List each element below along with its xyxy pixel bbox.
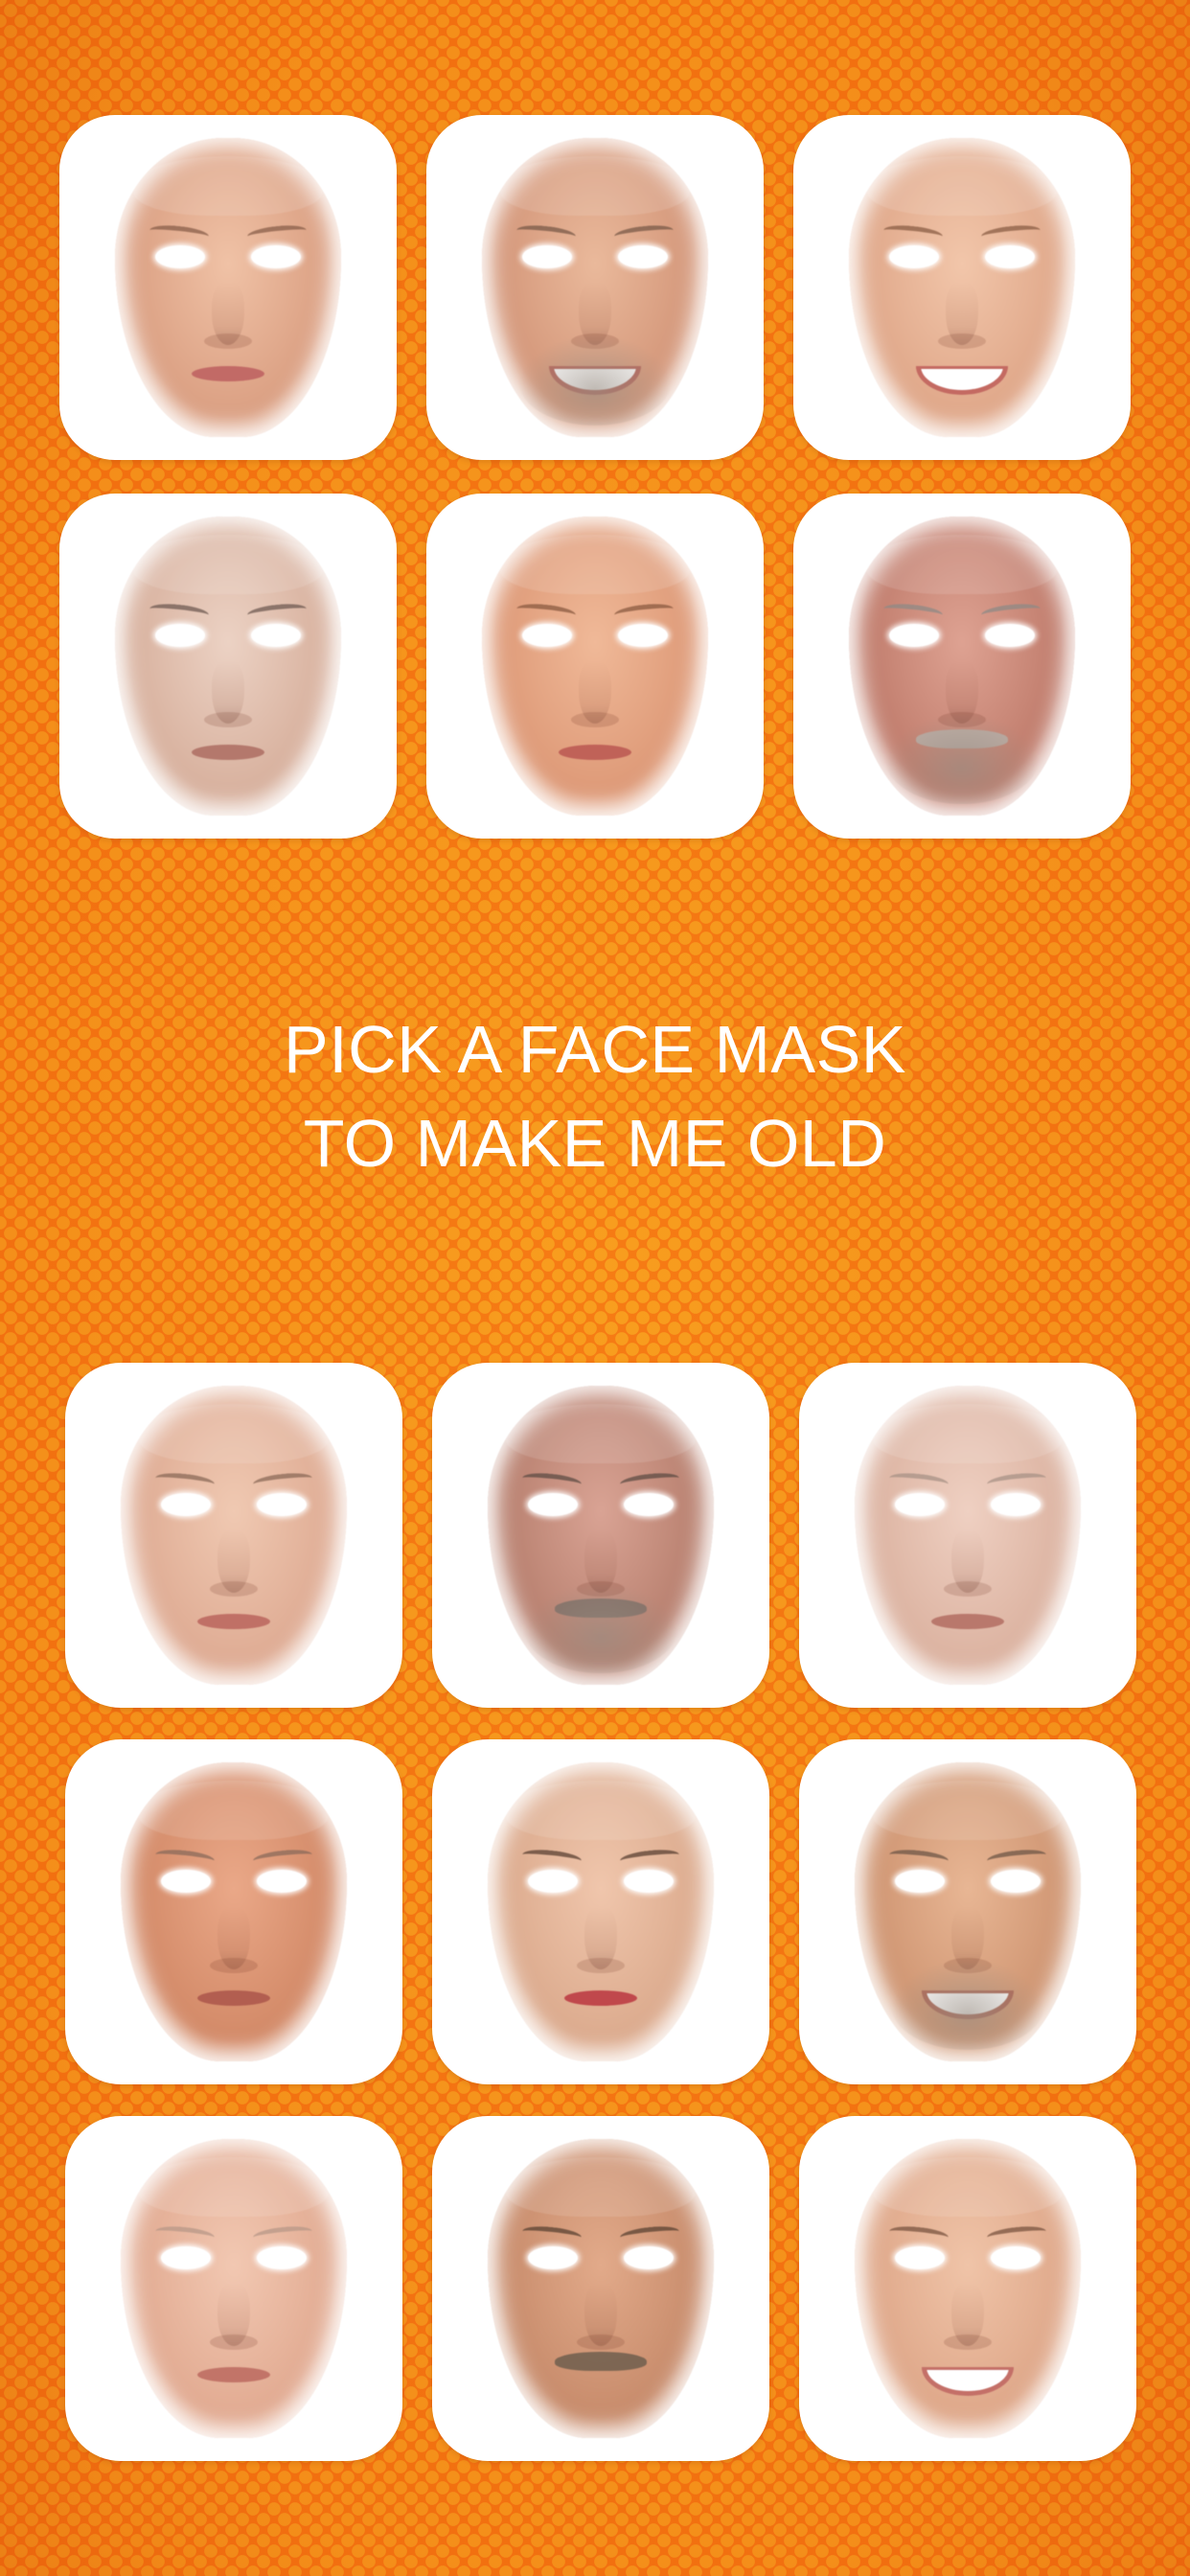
face-mask-man-beard-smiling-icon xyxy=(855,1762,1081,2061)
face-mask-tile-3[interactable] xyxy=(793,115,1131,460)
face-mask-tile-2[interactable] xyxy=(426,115,764,460)
face-mask-tile-14[interactable] xyxy=(432,2116,769,2461)
face-mask-woman-icon xyxy=(855,1386,1081,1685)
face-mask-man-mustache-icon xyxy=(849,517,1075,816)
face-mask-woman-icon xyxy=(115,138,341,437)
face-mask-man-beard-icon xyxy=(488,1386,714,1685)
face-mask-tile-15[interactable] xyxy=(799,2116,1136,2461)
face-mask-woman-icon xyxy=(121,2139,347,2438)
face-mask-tile-13[interactable] xyxy=(65,2116,402,2461)
face-mask-woman-smiling-icon xyxy=(855,2139,1081,2438)
face-mask-tile-7[interactable] xyxy=(65,1363,402,1708)
face-mask-tile-4[interactable] xyxy=(59,494,397,839)
face-mask-tile-5[interactable] xyxy=(426,494,764,839)
face-mask-woman-smiling-icon xyxy=(121,1386,347,1685)
face-mask-man-mustache-icon xyxy=(488,2139,714,2438)
face-mask-tile-1[interactable] xyxy=(59,115,397,460)
face-mask-tile-9[interactable] xyxy=(799,1363,1136,1708)
face-mask-man-smiling-icon xyxy=(121,1762,347,2061)
title-line-1: PICK A FACE MASK xyxy=(284,1012,906,1087)
title-line-2: TO MAKE ME OLD xyxy=(303,1106,887,1181)
face-mask-woman-icon xyxy=(488,1762,714,2061)
face-mask-woman-smiling-icon xyxy=(482,517,708,816)
face-mask-tile-8[interactable] xyxy=(432,1363,769,1708)
face-mask-tile-10[interactable] xyxy=(65,1739,402,2084)
face-mask-tile-12[interactable] xyxy=(799,1739,1136,2084)
face-mask-woman-smiling-icon xyxy=(849,138,1075,437)
face-mask-tile-11[interactable] xyxy=(432,1739,769,2084)
face-mask-man-smiling-icon xyxy=(482,138,708,437)
face-mask-man-icon xyxy=(115,517,341,816)
face-mask-tile-6[interactable] xyxy=(793,494,1131,839)
